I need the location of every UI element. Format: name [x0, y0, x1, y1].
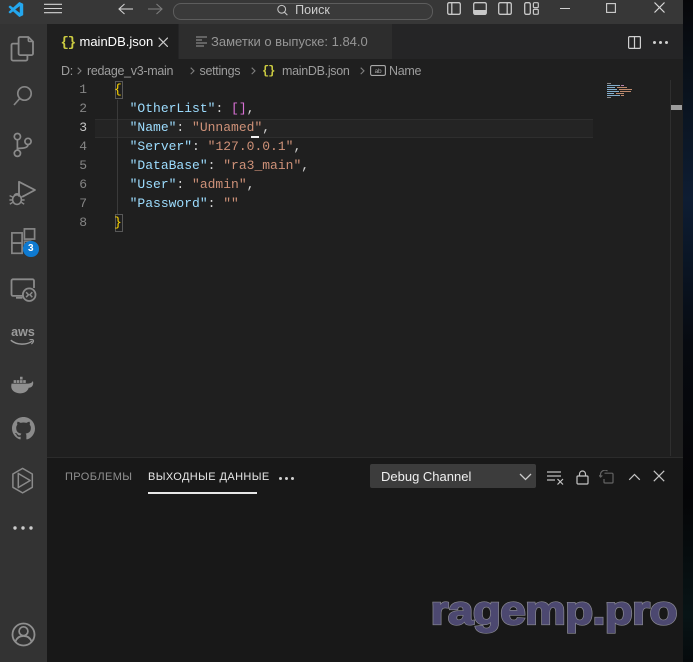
svg-text:ragemp.pro: ragemp.pro [431, 589, 677, 634]
svg-text:ab: ab [375, 68, 382, 75]
